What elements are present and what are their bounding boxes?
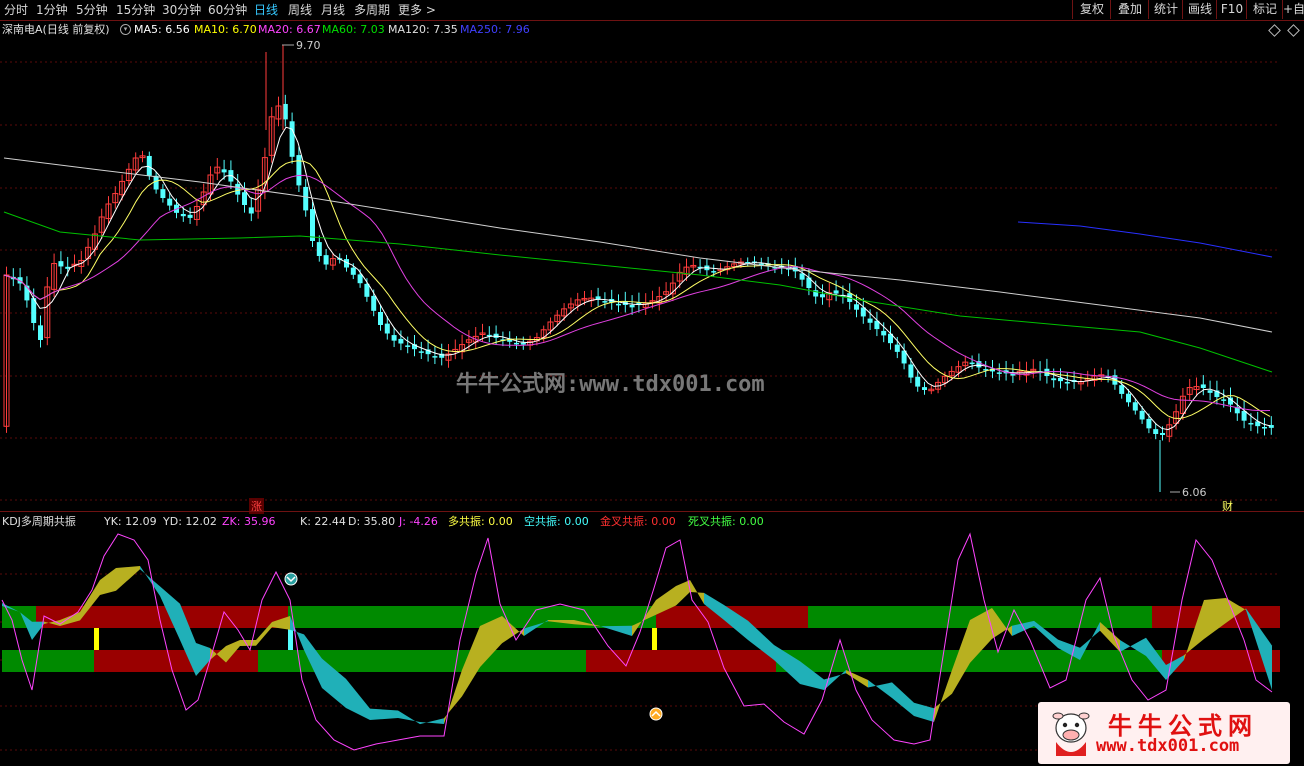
candle-down: [310, 209, 315, 241]
candle-down: [282, 103, 288, 120]
kd-band-segment: [420, 718, 444, 725]
candle-down: [289, 121, 295, 157]
candle-down: [242, 192, 247, 205]
kd-band-segment: [600, 625, 632, 636]
candle-down: [833, 290, 839, 294]
candle-down: [1132, 402, 1138, 411]
candle-down: [160, 189, 166, 198]
candle-down: [616, 303, 621, 306]
candle-down: [350, 267, 356, 275]
candle-down: [303, 186, 309, 211]
kd-band-segment: [444, 670, 462, 724]
candle-down: [996, 372, 1002, 374]
candle-down: [384, 323, 390, 334]
kd-band-segment: [100, 568, 116, 595]
candle-down: [1207, 390, 1213, 393]
kd-band-segment: [868, 680, 892, 698]
kd-band-segment: [1204, 598, 1226, 639]
candle-down: [398, 338, 404, 344]
resonance-bar-top: [288, 606, 656, 628]
candle-down: [38, 325, 43, 340]
golden-cross-marker: [652, 628, 657, 650]
candle-down: [1248, 422, 1254, 425]
candle-down: [1051, 378, 1057, 381]
candle-down: [854, 304, 859, 310]
candle-down: [153, 175, 159, 190]
kd-band-segment: [398, 710, 420, 725]
candle-down: [187, 214, 193, 218]
candle-down: [1153, 429, 1159, 434]
candle-down: [418, 351, 424, 353]
candle-down: [24, 285, 30, 301]
kd-band-segment: [346, 678, 370, 720]
kd-band-segment: [240, 640, 256, 646]
candle-down: [1139, 410, 1145, 420]
kd-band-segment: [824, 670, 846, 690]
candle-down: [1146, 418, 1152, 429]
candle-down: [357, 274, 363, 284]
candle-down: [323, 255, 329, 265]
site-logo: 牛牛公式网 www.tdx001.com: [1038, 702, 1290, 764]
candle-down: [908, 364, 914, 378]
watermark: 牛牛公式网:www.tdx001.com: [456, 372, 765, 397]
candle-down: [820, 294, 825, 298]
candle-down: [235, 183, 241, 195]
kd-band-segment: [116, 566, 140, 591]
candle-down: [58, 261, 64, 267]
logo-url: www.tdx001.com: [1096, 736, 1240, 756]
sell-signal-icon: [284, 572, 298, 586]
candle-down: [1200, 384, 1206, 388]
candle-down: [922, 387, 927, 390]
golden-cross-marker: [94, 628, 99, 650]
death-cross-marker: [288, 628, 293, 650]
candle-down: [894, 344, 900, 352]
kd-band-segment: [676, 580, 690, 606]
candle-down: [881, 330, 887, 336]
candle-down: [378, 311, 383, 325]
candle-down: [1221, 399, 1227, 401]
candle-down: [1160, 432, 1165, 435]
candle-down: [391, 335, 397, 341]
candle-down: [1119, 385, 1125, 394]
kd-band-segment: [370, 708, 398, 720]
candle-down: [221, 169, 227, 173]
candle-down: [364, 283, 370, 297]
candle-down: [1064, 382, 1070, 384]
buy-signal-icon: [649, 707, 663, 721]
candle-down: [1058, 377, 1063, 382]
candle-down: [867, 318, 873, 323]
candle-down: [296, 155, 302, 186]
candle-down: [1126, 393, 1131, 403]
candle-down: [316, 242, 322, 256]
ma250-line: [1017, 221, 1273, 258]
candle-down: [915, 376, 921, 387]
resonance-bar-bottom: [2, 650, 94, 672]
ma120-line: [3, 157, 1273, 333]
candle-down: [432, 356, 438, 358]
kd-band-segment: [846, 670, 868, 688]
candle-down: [602, 301, 608, 303]
candle-down: [520, 342, 526, 345]
candle-down: [248, 207, 254, 214]
ma60-line: [3, 211, 1273, 373]
candle-down: [1262, 427, 1267, 429]
candle-down: [969, 362, 975, 365]
candle-down: [371, 295, 377, 311]
candle-down: [180, 213, 186, 217]
cow-logo-icon: [1052, 712, 1090, 756]
candle-down: [629, 305, 635, 308]
candle-down: [514, 342, 519, 345]
candle-down: [711, 271, 717, 273]
candle-down: [405, 345, 411, 347]
candle-down: [167, 198, 173, 206]
kd-band-segment: [892, 682, 914, 716]
